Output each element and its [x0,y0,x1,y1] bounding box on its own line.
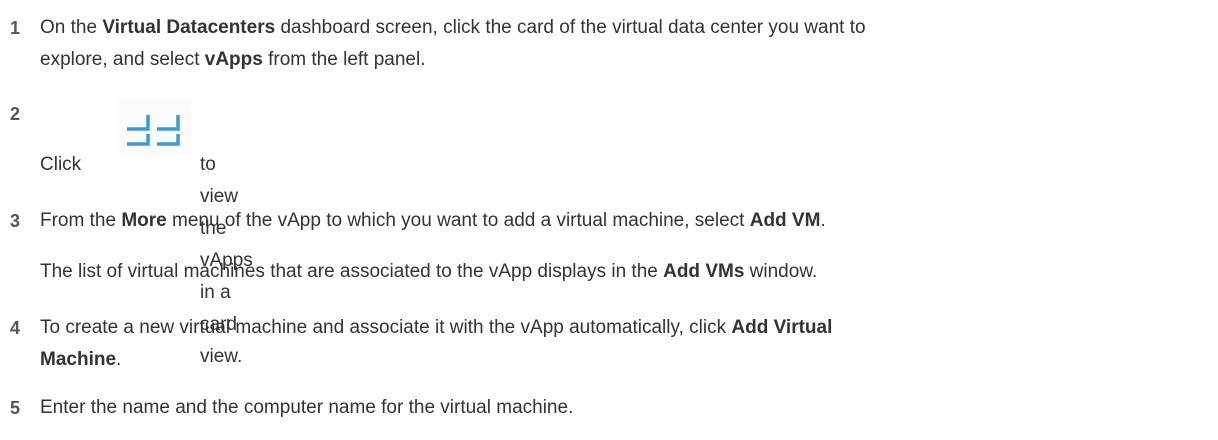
step-number: 3 [10,211,21,231]
ui-term: Add VM [749,210,821,231]
ui-term: vApps [204,49,263,70]
step-number: 1 [10,18,21,38]
step-number: 5 [10,398,21,418]
step-text: Click [40,154,82,175]
step-number: 2 [10,104,21,124]
ui-term: More [121,210,167,231]
step-note: The list of virtual machines that are as… [40,261,818,282]
card-view-icon [117,98,191,156]
ui-term: Add Virtual [731,317,833,338]
ui-term: Virtual Datacenters [102,17,276,38]
ui-term: Add VMs [663,261,745,282]
step-text: From the More menu of the vApp to which … [40,210,826,231]
step-text: Enter the name and the computer name for… [40,397,574,418]
step-text: To create a new virtual machine and asso… [40,317,833,370]
step-number: 4 [10,318,21,338]
step-text: On the Virtual Datacenters dashboard scr… [40,17,866,70]
ui-term: Machine [40,349,117,370]
